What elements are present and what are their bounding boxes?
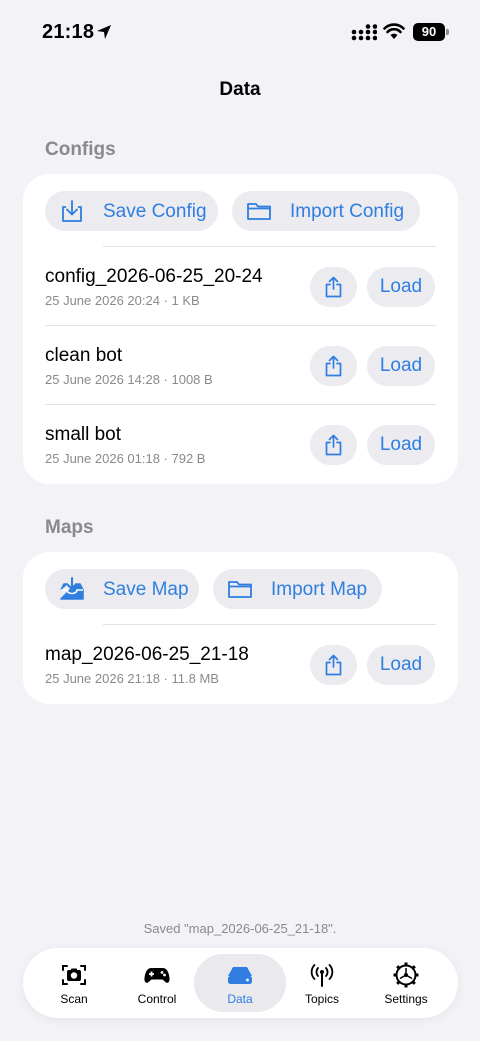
load-button[interactable]: Load — [367, 425, 435, 465]
import-map-label: Import Map — [271, 579, 368, 600]
battery-indicator: 90 — [413, 23, 449, 41]
maps-card: Save Map Import Map map_2026-06-25_21-18… — [23, 552, 458, 704]
status-toast: Saved "map_2026-06-25_21-18". — [143, 921, 337, 936]
share-icon — [325, 276, 342, 298]
share-button[interactable] — [310, 346, 357, 386]
share-icon — [325, 434, 342, 456]
status-time: 21:18 — [42, 21, 95, 43]
config-meta: 25 June 2026 14:28 · 1008 B — [45, 372, 213, 387]
location-arrow-icon — [97, 25, 111, 39]
config-meta: 25 June 2026 01:18 · 792 B — [45, 451, 206, 466]
antenna-icon — [310, 964, 334, 987]
config-meta: 25 June 2026 20:24 · 1 KB — [45, 293, 200, 308]
camera-icon — [62, 965, 86, 985]
load-button[interactable]: Load — [367, 267, 435, 307]
status-bar: 21:18 90 — [0, 0, 480, 64]
config-name: small bot — [45, 424, 122, 445]
tab-label: Control — [137, 992, 177, 1006]
configs-section-header: Configs — [45, 139, 116, 160]
map-name: map_2026-06-25_21-18 — [45, 644, 249, 665]
tab-bar: Scan Control Data Topics Settings — [23, 948, 458, 1018]
share-button[interactable] — [310, 645, 357, 685]
gamepad-icon — [144, 968, 170, 983]
wifi-icon — [383, 23, 405, 39]
share-icon — [325, 355, 342, 377]
load-button[interactable]: Load — [367, 346, 435, 386]
tab-settings[interactable]: Settings — [363, 954, 449, 1012]
tab-label: Settings — [384, 992, 428, 1006]
config-name: config_2026-06-25_20-24 — [45, 266, 263, 287]
save-map-label: Save Map — [103, 579, 189, 600]
drive-icon — [228, 967, 252, 984]
import-map-button[interactable]: Import Map — [213, 569, 382, 609]
cellular-signal-icon — [351, 24, 377, 41]
import-config-button[interactable]: Import Config — [232, 191, 420, 231]
tab-control[interactable]: Control — [114, 954, 200, 1012]
gear-icon — [393, 962, 419, 988]
load-button[interactable]: Load — [367, 645, 435, 685]
share-button[interactable] — [310, 425, 357, 465]
tab-data[interactable]: Data — [194, 954, 286, 1012]
tray-download-filled-icon — [60, 577, 84, 600]
tray-download-icon — [62, 200, 82, 222]
tab-label: Scan — [60, 992, 88, 1006]
save-map-button[interactable]: Save Map — [45, 569, 199, 609]
share-button[interactable] — [310, 267, 357, 307]
battery-level: 90 — [413, 23, 445, 41]
config-name: clean bot — [45, 345, 123, 366]
maps-section-header: Maps — [45, 517, 94, 538]
import-config-label: Import Config — [290, 201, 405, 222]
tab-scan[interactable]: Scan — [31, 954, 117, 1012]
folder-icon — [247, 203, 271, 220]
tab-label: Data — [227, 992, 253, 1006]
folder-icon — [228, 581, 252, 598]
configs-card: Save Config Import Config config_2026-06… — [23, 174, 458, 484]
page-title: Data — [219, 79, 261, 100]
tab-topics[interactable]: Topics — [279, 954, 365, 1012]
share-icon — [325, 654, 342, 676]
save-config-label: Save Config — [103, 201, 207, 222]
map-meta: 25 June 2026 21:18 · 11.8 MB — [45, 671, 219, 686]
tab-label: Topics — [304, 992, 339, 1006]
save-config-button[interactable]: Save Config — [45, 191, 218, 231]
